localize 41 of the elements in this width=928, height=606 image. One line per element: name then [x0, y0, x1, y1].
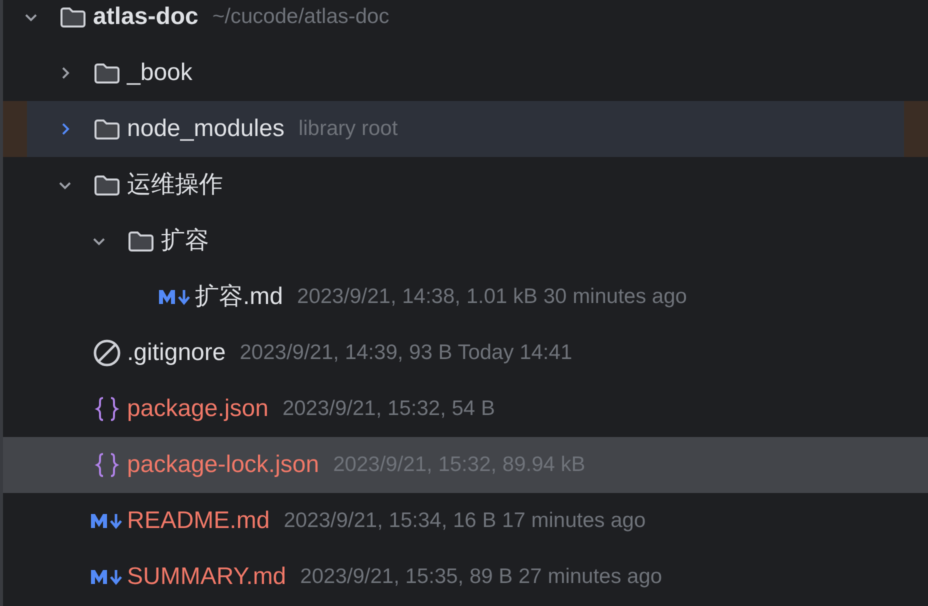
tree-row[interactable]: node_modules library root: [3, 101, 928, 157]
file-name: 扩容.md: [195, 282, 284, 312]
folder-icon: [93, 117, 121, 141]
folder-icon: [93, 61, 121, 85]
markdown-icon: [90, 512, 124, 530]
file-detail: 2023/9/21, 15:35, 89 B 27 minutes ago: [300, 564, 662, 590]
file-detail: 2023/9/21, 14:38, 1.01 kB 30 minutes ago: [297, 284, 687, 310]
file-name: SUMMARY.md: [127, 562, 286, 592]
file-name: package-lock.json: [127, 450, 320, 480]
file-detail: library root: [298, 116, 398, 142]
file-detail: 2023/9/21, 15:34, 16 B 17 minutes ago: [284, 508, 646, 534]
tree-row[interactable]: .gitignore 2023/9/21, 14:39, 93 B Today 14:41: [3, 325, 928, 381]
tree-row[interactable]: 扩容.md 2023/9/21, 14:38, 1.01 kB 30 minutes ago: [3, 269, 928, 325]
folder-icon: [59, 5, 87, 29]
braces-icon: [94, 396, 120, 422]
file-name: 扩容: [161, 226, 209, 256]
tree-row[interactable]: README.md 2023/9/21, 15:34, 16 B 17 minutes ago: [3, 493, 928, 549]
file-detail: 2023/9/21, 14:39, 93 B Today 14:41: [240, 340, 572, 366]
library-edge-marker: [3, 101, 27, 157]
tree-row[interactable]: atlas-doc ~/cucode/atlas-doc: [3, 0, 928, 45]
tree-row[interactable]: package.json 2023/9/21, 15:32, 54 B: [3, 381, 928, 437]
markdown-icon: [90, 568, 124, 586]
file-name: .gitignore: [127, 338, 226, 368]
file-name: node_modules: [127, 114, 284, 144]
markdown-icon: [158, 288, 192, 306]
folder-icon: [127, 229, 155, 253]
library-edge-marker: [904, 101, 928, 157]
file-name: _book: [127, 58, 192, 88]
prohibited-icon: [93, 339, 121, 367]
tree-row[interactable]: SUMMARY.md 2023/9/21, 15:35, 89 B 27 minutes ago: [3, 549, 928, 605]
file-detail: ~/cucode/atlas-doc: [212, 4, 390, 30]
tree-row[interactable]: 运维操作: [3, 157, 928, 213]
tree-row[interactable]: 扩容: [3, 213, 928, 269]
braces-icon: [94, 452, 120, 478]
folder-icon: [93, 173, 121, 197]
file-detail: 2023/9/21, 15:32, 54 B: [282, 396, 495, 422]
file-name: package.json: [127, 394, 268, 424]
file-name: atlas-doc: [93, 2, 198, 32]
file-name: 运维操作: [127, 170, 223, 200]
tree-row[interactable]: _book: [3, 45, 928, 101]
file-name: README.md: [127, 506, 270, 536]
